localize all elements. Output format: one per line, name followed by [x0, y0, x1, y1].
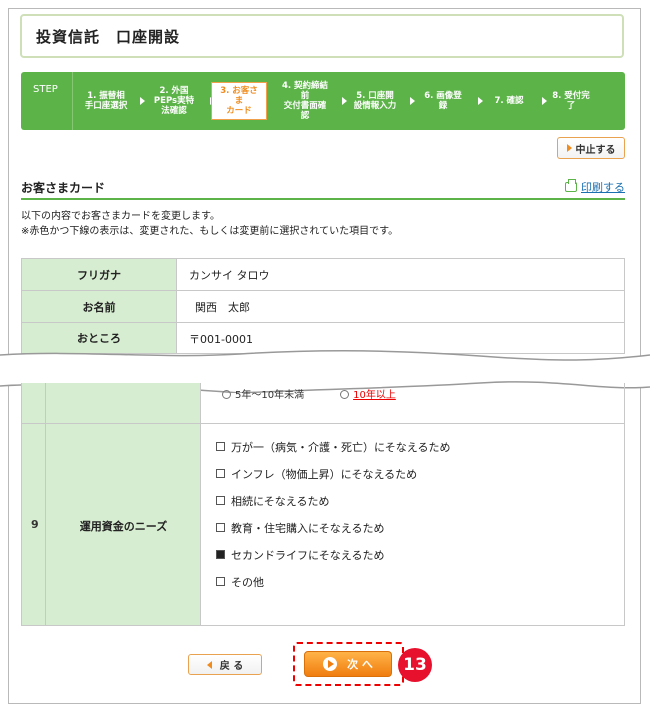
row-value-furigana: カンサイ タロウ	[189, 268, 270, 282]
step-1: 1. 振替相 手口座選択	[73, 72, 145, 130]
step-number-badge: 13	[398, 648, 432, 682]
step-label: STEP	[21, 72, 73, 130]
customer-card-table: フリガナ カンサイ タロウ お名前 関西 太郎 おところ 〒001-0001	[21, 258, 625, 354]
section-title: お客さまカード	[21, 181, 106, 195]
radio-icon	[340, 390, 350, 399]
needs-checklist: 万が一（病気・介護・死亡）にそなえるため インフレ（物価上昇）にそなえるため 相…	[216, 433, 450, 595]
section-header: お客さまカード 印刷する	[21, 178, 625, 200]
radio-option-5-10-years[interactable]: 5年～10年未満	[222, 386, 304, 401]
checkbox-icon	[216, 442, 225, 451]
page-title-box: 投資信託 口座開設	[20, 14, 624, 58]
checkbox-icon	[216, 577, 225, 586]
description-line-2: ※赤色かつ下線の表示は、変更された、もしくは変更前に選択されていた項目です。	[21, 226, 399, 237]
lower-table: 5年～10年未満 10年以上 9 運用資金のニーズ 万が一（病気・介護・死亡）に…	[21, 383, 625, 626]
needs-label: 運用資金のニーズ	[79, 520, 168, 533]
step-progress-bar: STEP 1. 振替相 手口座選択 2. 外国 PEPs実特 法確認 3. お客…	[21, 72, 625, 130]
list-item[interactable]: 万が一（病気・介護・死亡）にそなえるため	[216, 433, 450, 460]
number-column	[22, 383, 46, 625]
checkbox-icon	[216, 469, 225, 478]
step-5: 5. 口座開 設情報入力	[341, 72, 415, 130]
row-divider	[22, 423, 624, 424]
next-button[interactable]: 次 へ	[304, 651, 392, 677]
checkbox-icon	[216, 496, 225, 505]
radio-option-10-years-plus[interactable]: 10年以上	[340, 386, 396, 401]
list-item[interactable]: セカンドライフにそなえるため	[216, 541, 450, 568]
checkbox-icon	[216, 523, 225, 532]
checkbox-checked-icon	[216, 550, 225, 559]
description: 以下の内容でお客さまカードを変更します。 ※赤色かつ下線の表示は、変更された、も…	[21, 209, 398, 239]
page-title: 投資信託 口座開設	[36, 28, 181, 46]
back-button[interactable]: 戻 る	[188, 654, 262, 675]
row-label-name: お名前	[22, 291, 177, 322]
row-label-furigana: フリガナ	[22, 259, 177, 290]
list-item[interactable]: インフレ（物価上昇）にそなえるため	[216, 460, 450, 487]
list-item[interactable]: その他	[216, 568, 450, 595]
stop-button[interactable]: 中止する	[557, 137, 625, 159]
step-3-current: 3. お客さ ま カード	[211, 82, 267, 120]
step-4: 4. 契約締結 前 交付書面確 認	[269, 72, 347, 130]
play-icon	[323, 657, 338, 671]
step-7: 7. 確認	[477, 72, 547, 130]
step-2: 2. 外国 PEPs実特 法確認	[139, 72, 215, 130]
list-item[interactable]: 教育・住宅購入にそなえるため	[216, 514, 450, 541]
radio-icon	[222, 390, 231, 399]
row-number: 9	[31, 518, 39, 531]
radio-row: 5年～10年未満 10年以上	[222, 386, 396, 401]
list-item[interactable]: 相続にそなえるため	[216, 487, 450, 514]
table-row: お名前 関西 太郎	[22, 291, 624, 323]
table-row: フリガナ カンサイ タロウ	[22, 259, 624, 291]
row-value-name: 関西 太郎	[195, 300, 250, 314]
triangle-right-icon	[566, 144, 572, 152]
description-line-1: 以下の内容でお客さまカードを変更します。	[21, 211, 220, 222]
printer-icon	[565, 179, 577, 192]
step-8: 8. 受付完 了	[552, 90, 590, 111]
step-6: 6. 画像登 録	[409, 72, 483, 130]
triangle-left-icon	[206, 660, 212, 669]
label-column	[46, 383, 201, 625]
print-link[interactable]: 印刷する	[565, 179, 625, 195]
